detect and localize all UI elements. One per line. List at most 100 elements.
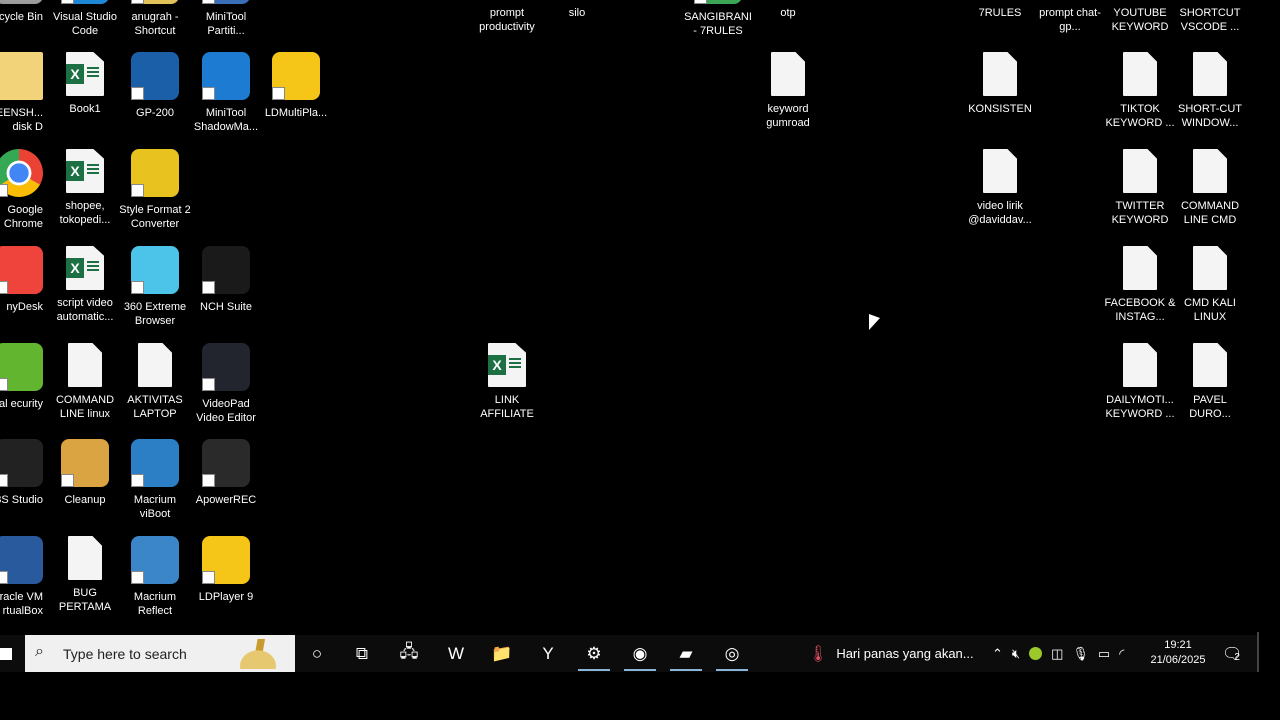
desktop-icon[interactable]: video lirik @daviddav... [963, 149, 1037, 227]
desktop-icon[interactable]: DAILYMOTI... KEYWORD ... [1103, 343, 1177, 421]
shortcut-arrow-icon [131, 571, 144, 584]
desktop-icon[interactable]: 60 Total ecurity [0, 343, 43, 411]
desktop-icon[interactable]: MiniTool ShadowMa... [189, 52, 263, 134]
desktop-icon[interactable]: Google Chrome [0, 149, 43, 231]
shortcut-arrow-icon [202, 378, 215, 391]
chevron-up-icon[interactable]: ⌃ [992, 646, 1003, 662]
desktop-icon[interactable]: Book1 [48, 52, 122, 116]
desktop-icon[interactable]: Cleanup [48, 439, 122, 507]
desktop-icon[interactable]: CMD KALI LINUX [1173, 246, 1247, 324]
search-placeholder: Type here to search [63, 646, 187, 662]
desktop-icon[interactable]: TWITTER KEYWORD [1103, 149, 1177, 227]
desktop-icon[interactable]: LINK AFFILIATE [470, 343, 544, 421]
desktop-icon[interactable]: racle VM rtualBox [0, 536, 43, 618]
taskbar-cortana[interactable]: ○ [297, 635, 337, 672]
taskbar-word[interactable]: W [436, 635, 476, 672]
green-app-icon[interactable] [1029, 647, 1043, 660]
desktop-icon[interactable]: 7RULES [963, 0, 1037, 20]
taskbar-obs-recorder[interactable]: ◎ [712, 635, 752, 672]
taskbar-chrome[interactable]: ◉ [620, 635, 660, 672]
desktop-icon[interactable]: AKTIVITAS LAPTOP [118, 343, 192, 421]
desktop-icon[interactable]: TIKTOK KEYWORD ... [1103, 52, 1177, 130]
chrome-icon [0, 149, 43, 197]
desktop-icon[interactable]: COMMAND LINE CMD [1173, 149, 1247, 227]
text-file-icon [771, 52, 805, 96]
desktop-icon[interactable]: prompt chat-gp... [1033, 0, 1107, 34]
shortcut-arrow-icon [131, 184, 144, 197]
desktop-icon[interactable]: silo [540, 0, 614, 20]
wifi-icon[interactable]: ◜ [1119, 646, 1124, 662]
desktop-icon-label: prompt productivity [479, 7, 535, 33]
weather-widget[interactable]: 🌡 Hari panas yang akan... [808, 635, 974, 672]
shortcut-arrow-icon [61, 474, 74, 487]
taskbar-file-explorer[interactable]: 📁 [482, 635, 522, 672]
desktop-icon[interactable]: COMMAND LINE linux [48, 343, 122, 421]
excel-file-icon [66, 149, 104, 193]
desktop-icon-label: prompt chat-gp... [1039, 7, 1101, 33]
desktop-icon-label: DAILYMOTI... KEYWORD ... [1105, 394, 1175, 420]
battery-icon[interactable]: ▭ [1098, 646, 1110, 662]
desktop-icon-label: LDPlayer 9 [198, 591, 254, 603]
taskbar-notepad[interactable]: ▰ [666, 635, 706, 672]
desktop-icon[interactable]: keyword gumroad [751, 52, 825, 130]
start-button[interactable] [0, 635, 26, 672]
desktop-icon[interactable]: KONSISTEN [963, 52, 1037, 116]
desktop-icon-label: Visual Studio Code [52, 11, 117, 37]
app-icon [131, 149, 179, 197]
desktop-icon[interactable]: shopee, tokopedi... [48, 149, 122, 227]
desktop-icon[interactable]: Visual Studio Code [48, 0, 122, 38]
search-box[interactable]: ⌕ Type here to search [25, 635, 295, 672]
notification-button[interactable]: 🗨︎ 2 [1222, 635, 1242, 672]
desktop-icon-label: MiniTool ShadowMa... [193, 107, 259, 133]
app-icon [0, 439, 43, 487]
desktop-icon[interactable]: 360 Extreme Browser [118, 246, 192, 328]
desktop-icon[interactable]: SANGIBRANI - 7RULES [681, 0, 755, 38]
desktop-icon-label: silo [568, 7, 586, 19]
desktop-icon[interactable]: BUG PERTAMA [48, 536, 122, 614]
desktop-icon[interactable]: YOUTUBE KEYWORD [1103, 0, 1177, 34]
speaker-muted-icon[interactable]: 🔇︎ [1012, 646, 1020, 662]
taskbar-network-tool[interactable]: 🖧 [389, 635, 429, 672]
desktop-icon[interactable]: Macrium viBoot [118, 439, 192, 521]
desktop-icon-label: YOUTUBE KEYWORD [1111, 7, 1169, 33]
desktop-icon[interactable]: NCH Suite [189, 246, 263, 314]
desktop-icon[interactable]: Style Format 2 Converter [118, 149, 192, 231]
desktop-icon[interactable]: nyDesk [0, 246, 43, 314]
desktop-icon[interactable]: LDMultiPla... [259, 52, 333, 120]
desktop-icon[interactable]: prompt productivity [470, 0, 544, 34]
text-file-icon [68, 536, 102, 580]
desktop-icon-label: REENSH... disk D [0, 107, 43, 133]
desktop-icon[interactable]: Macrium Reflect [118, 536, 192, 618]
desktop-icon[interactable]: PAVEL DURO... [1173, 343, 1247, 421]
taskbar-task-view[interactable]: ⧉ [342, 635, 382, 672]
clock[interactable]: 19:21 21/06/2025 [1148, 638, 1208, 668]
app-icon [0, 536, 43, 584]
desktop-icon-label: VideoPad Video Editor [196, 398, 256, 424]
text-file-icon [1193, 52, 1227, 96]
desktop-icon[interactable]: SHORT-CUT WINDOW... [1173, 52, 1247, 130]
desktop-icon-label: Book1 [69, 103, 101, 115]
microphone-icon[interactable]: 🎙︎ [1072, 646, 1089, 662]
text-file-icon [1193, 149, 1227, 193]
desktop-icon[interactable]: anugrah - Shortcut [118, 0, 192, 38]
desktop-icon[interactable]: SHORTCUT VSCODE ... [1173, 0, 1247, 34]
text-file-icon [1123, 149, 1157, 193]
app-icon [202, 0, 250, 4]
desktop-icon[interactable]: MiniTool Partiti... [189, 0, 263, 38]
taskbar-settings[interactable]: ⚙ [574, 635, 614, 672]
network-tool-icon: 🖧 [399, 642, 419, 661]
desktop-icon[interactable]: GP-200 [118, 52, 192, 120]
desktop-icon[interactable]: otp [751, 0, 825, 20]
camera-icon[interactable]: ◫ [1051, 646, 1063, 662]
desktop-icon[interactable]: cycle Bin [0, 0, 43, 24]
shortcut-arrow-icon [131, 0, 144, 4]
desktop-icon[interactable]: REENSH... disk D [0, 52, 43, 134]
taskbar-clock-app[interactable]: Y [528, 635, 568, 672]
desktop-icon[interactable]: LDPlayer 9 [189, 536, 263, 604]
desktop-icon[interactable]: ApowerREC [189, 439, 263, 507]
desktop-icon[interactable]: FACEBOOK & INSTAG... [1103, 246, 1177, 324]
app-icon [202, 343, 250, 391]
desktop-icon[interactable]: VideoPad Video Editor [189, 343, 263, 425]
desktop-icon[interactable]: 3S Studio [0, 439, 43, 507]
desktop-icon[interactable]: script video automatic... [48, 246, 122, 324]
